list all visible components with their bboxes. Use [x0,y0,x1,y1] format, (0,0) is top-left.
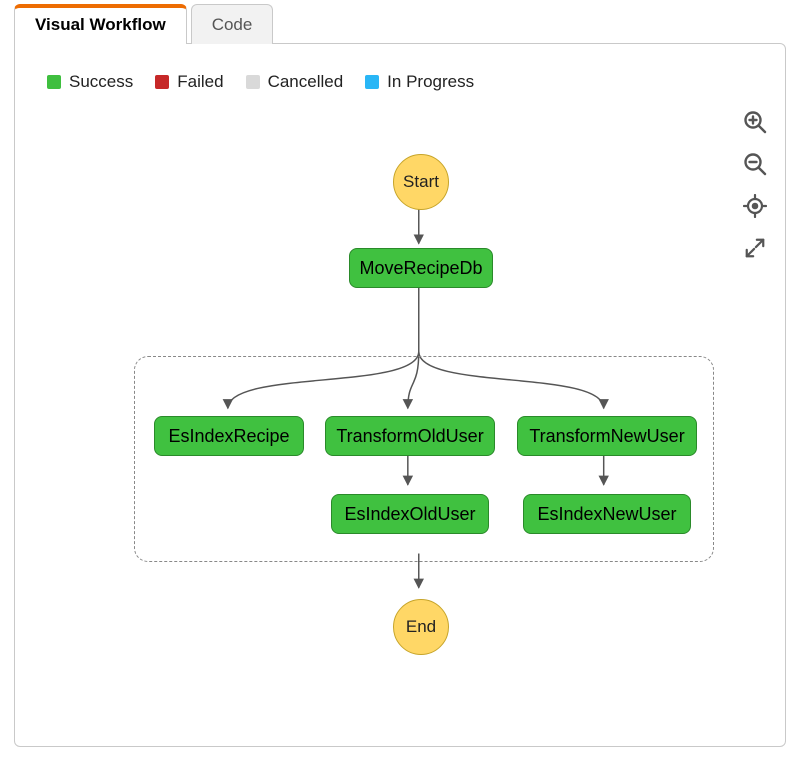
node-label: MoveRecipeDb [359,258,482,279]
tab-code[interactable]: Code [191,4,274,44]
node-transform-old-user[interactable]: TransformOldUser [325,416,495,456]
node-label: Start [403,172,439,192]
legend-swatch [365,75,379,89]
start-node[interactable]: Start [393,154,449,210]
legend-label: Cancelled [268,72,344,92]
workflow-panel: Success Failed Cancelled In Progress [14,43,786,747]
tab-label: Visual Workflow [35,15,166,34]
node-es-index-new-user[interactable]: EsIndexNewUser [523,494,691,534]
target-icon [743,194,767,218]
legend-label: Failed [177,72,223,92]
fullscreen-button[interactable] [739,232,771,264]
recenter-button[interactable] [739,190,771,222]
expand-icon [744,237,766,259]
tab-label: Code [212,15,253,34]
legend-swatch [246,75,260,89]
legend-label: Success [69,72,133,92]
tab-bar: Visual Workflow Code [14,4,277,44]
legend-swatch [155,75,169,89]
zoom-in-icon [743,110,767,134]
legend: Success Failed Cancelled In Progress [47,72,474,92]
node-label: End [406,617,436,637]
legend-swatch [47,75,61,89]
legend-item-in-progress: In Progress [365,72,474,92]
legend-item-success: Success [47,72,133,92]
zoom-out-icon [743,152,767,176]
canvas-toolbox [737,106,773,264]
node-transform-new-user[interactable]: TransformNewUser [517,416,697,456]
workflow-canvas[interactable]: Start MoveRecipeDb EsIndexRecipe Transfo… [29,124,725,732]
node-es-index-recipe[interactable]: EsIndexRecipe [154,416,304,456]
node-es-index-old-user[interactable]: EsIndexOldUser [331,494,489,534]
legend-label: In Progress [387,72,474,92]
node-label: EsIndexNewUser [537,504,676,525]
node-label: TransformOldUser [336,426,483,447]
legend-item-failed: Failed [155,72,223,92]
end-node[interactable]: End [393,599,449,655]
node-label: TransformNewUser [529,426,684,447]
node-label: EsIndexOldUser [344,504,475,525]
node-move-recipe-db[interactable]: MoveRecipeDb [349,248,493,288]
node-label: EsIndexRecipe [168,426,289,447]
tab-visual-workflow[interactable]: Visual Workflow [14,4,187,44]
legend-item-cancelled: Cancelled [246,72,344,92]
zoom-out-button[interactable] [739,148,771,180]
zoom-in-button[interactable] [739,106,771,138]
